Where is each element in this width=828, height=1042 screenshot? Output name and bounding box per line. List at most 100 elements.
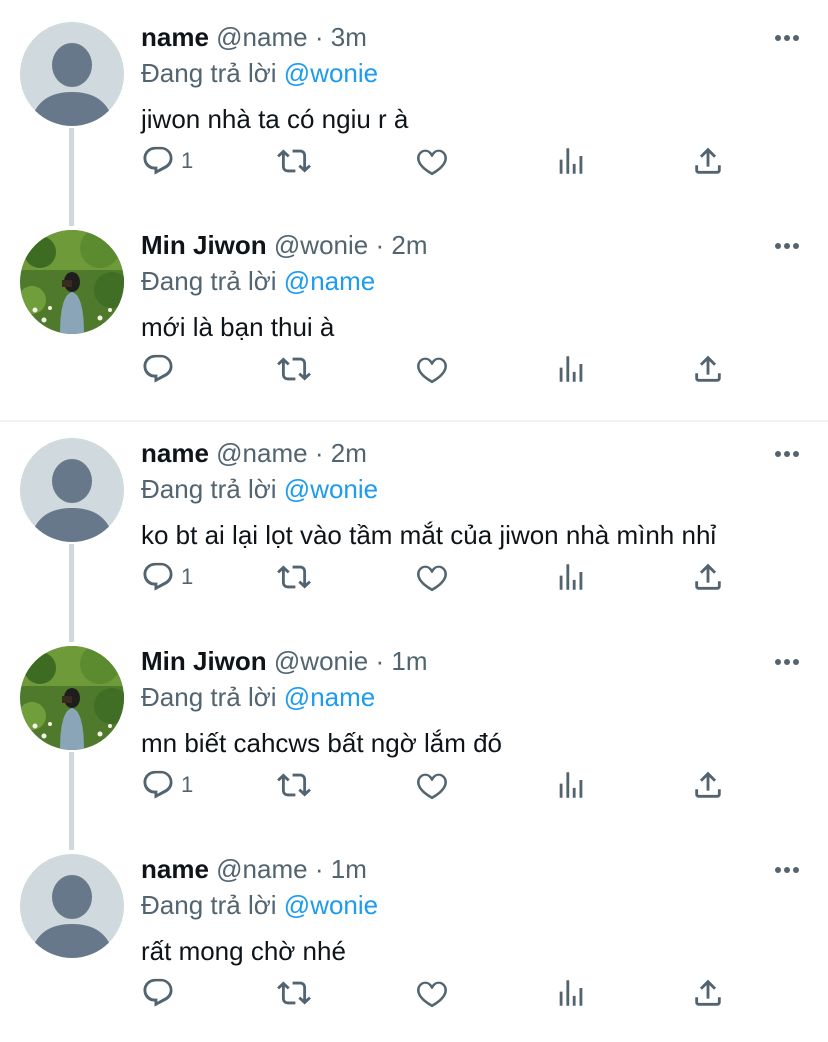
mention-link[interactable]: @name: [284, 266, 375, 296]
share-button[interactable]: [691, 351, 725, 387]
tweet-feed: name @name · 3m Đang trả lời @wonie jiwo…: [0, 0, 828, 1042]
like-button[interactable]: [415, 975, 449, 1011]
views-button[interactable]: [554, 351, 588, 387]
views-icon: [559, 980, 583, 1006]
reply-icon: [143, 770, 173, 799]
tweet-header: name @name · 3m: [141, 20, 808, 54]
tweet[interactable]: Min Jiwon @wonie · 1m Đang trả lời @name…: [0, 624, 828, 832]
timestamp[interactable]: 1m: [331, 854, 367, 884]
avatar[interactable]: [20, 438, 124, 542]
like-button[interactable]: [415, 351, 449, 387]
tweet-header: Min Jiwon @wonie · 1m: [141, 644, 808, 678]
reply-button[interactable]: 1: [141, 767, 193, 803]
share-icon: [695, 563, 721, 590]
mention-link[interactable]: @wonie: [284, 58, 378, 88]
share-icon: [695, 147, 721, 174]
dot-separator: ·: [314, 438, 324, 468]
replying-to-label: Đang trả lời: [141, 682, 277, 712]
display-name[interactable]: Min Jiwon: [141, 646, 267, 676]
tweet-text: mn biết cahcws bất ngờ lắm đó: [141, 728, 503, 758]
handle[interactable]: @name: [216, 854, 307, 884]
views-icon: [559, 772, 583, 798]
profile-photo-icon: [20, 646, 124, 750]
dot-separator: ·: [375, 230, 385, 260]
handle[interactable]: @name: [216, 438, 307, 468]
views-button[interactable]: [554, 559, 588, 595]
more-icon[interactable]: [774, 450, 800, 458]
replying-to: Đang trả lời @wonie: [141, 472, 808, 506]
display-name[interactable]: name: [141, 854, 209, 884]
mention-link[interactable]: @name: [284, 682, 375, 712]
more-icon[interactable]: [774, 866, 800, 874]
replying-to: Đang trả lời @wonie: [141, 888, 808, 922]
tweet-text: jiwon nhà ta có ngiu r à: [141, 104, 409, 134]
reply-icon: [143, 146, 173, 175]
like-icon: [417, 357, 447, 384]
reply-icon: [143, 354, 173, 383]
like-icon: [417, 565, 447, 592]
views-button[interactable]: [554, 975, 588, 1011]
replying-to-label: Đang trả lời: [141, 266, 277, 296]
reply-count: 1: [181, 772, 194, 797]
display-name[interactable]: Min Jiwon: [141, 230, 267, 260]
timestamp[interactable]: 1m: [391, 646, 427, 676]
retweet-icon: [277, 773, 311, 797]
dot-separator: ·: [314, 854, 324, 884]
tweet-text: mới là bạn thui à: [141, 312, 335, 342]
like-button[interactable]: [415, 559, 449, 595]
share-button[interactable]: [691, 975, 725, 1011]
reply-button[interactable]: [141, 351, 181, 387]
tweet[interactable]: Min Jiwon @wonie · 2m Đang trả lời @name…: [0, 208, 828, 416]
tweet[interactable]: name @name · 2m Đang trả lời @wonie ko b…: [0, 416, 828, 624]
replying-to: Đang trả lời @name: [141, 680, 808, 714]
retweet-button[interactable]: [277, 143, 311, 179]
tweet[interactable]: name @name · 3m Đang trả lời @wonie jiwo…: [0, 0, 828, 208]
more-icon[interactable]: [774, 34, 800, 42]
share-icon: [695, 771, 721, 798]
display-name[interactable]: name: [141, 22, 209, 52]
share-button[interactable]: [691, 143, 725, 179]
share-icon: [695, 979, 721, 1006]
display-name[interactable]: name: [141, 438, 209, 468]
profile-photo-icon: [20, 230, 124, 334]
share-button[interactable]: [691, 767, 725, 803]
default-avatar-icon: [20, 438, 124, 542]
more-icon[interactable]: [774, 658, 800, 666]
reply-button[interactable]: 1: [141, 143, 193, 179]
more-icon[interactable]: [774, 242, 800, 250]
handle[interactable]: @wonie: [274, 230, 368, 260]
like-button[interactable]: [415, 767, 449, 803]
tweet-text: rất mong chờ nhé: [141, 936, 346, 966]
like-button[interactable]: [415, 143, 449, 179]
retweet-button[interactable]: [277, 975, 311, 1011]
timestamp[interactable]: 3m: [331, 22, 367, 52]
mention-link[interactable]: @wonie: [284, 474, 378, 504]
dot-separator: ·: [375, 646, 385, 676]
dot-separator: ·: [314, 22, 324, 52]
avatar[interactable]: [20, 646, 124, 750]
tweet-header: Min Jiwon @wonie · 2m: [141, 228, 808, 262]
handle[interactable]: @wonie: [274, 646, 368, 676]
share-icon: [695, 355, 721, 382]
retweet-button[interactable]: [277, 351, 311, 387]
views-button[interactable]: [554, 143, 588, 179]
retweet-button[interactable]: [277, 767, 311, 803]
views-button[interactable]: [554, 767, 588, 803]
replying-to: Đang trả lời @name: [141, 264, 808, 298]
replying-to-label: Đang trả lời: [141, 58, 277, 88]
timestamp[interactable]: 2m: [331, 438, 367, 468]
reply-button[interactable]: [141, 975, 181, 1011]
retweet-button[interactable]: [277, 559, 311, 595]
reply-button[interactable]: 1: [141, 559, 193, 595]
reply-icon: [143, 562, 173, 591]
avatar[interactable]: [20, 854, 124, 958]
avatar[interactable]: [20, 230, 124, 334]
retweet-icon: [277, 981, 311, 1005]
mention-link[interactable]: @wonie: [284, 890, 378, 920]
avatar[interactable]: [20, 22, 124, 126]
share-button[interactable]: [691, 559, 725, 595]
replying-to-label: Đang trả lời: [141, 474, 277, 504]
timestamp[interactable]: 2m: [391, 230, 427, 260]
handle[interactable]: @name: [216, 22, 307, 52]
tweet[interactable]: name @name · 1m Đang trả lời @wonie rất …: [0, 832, 828, 1040]
